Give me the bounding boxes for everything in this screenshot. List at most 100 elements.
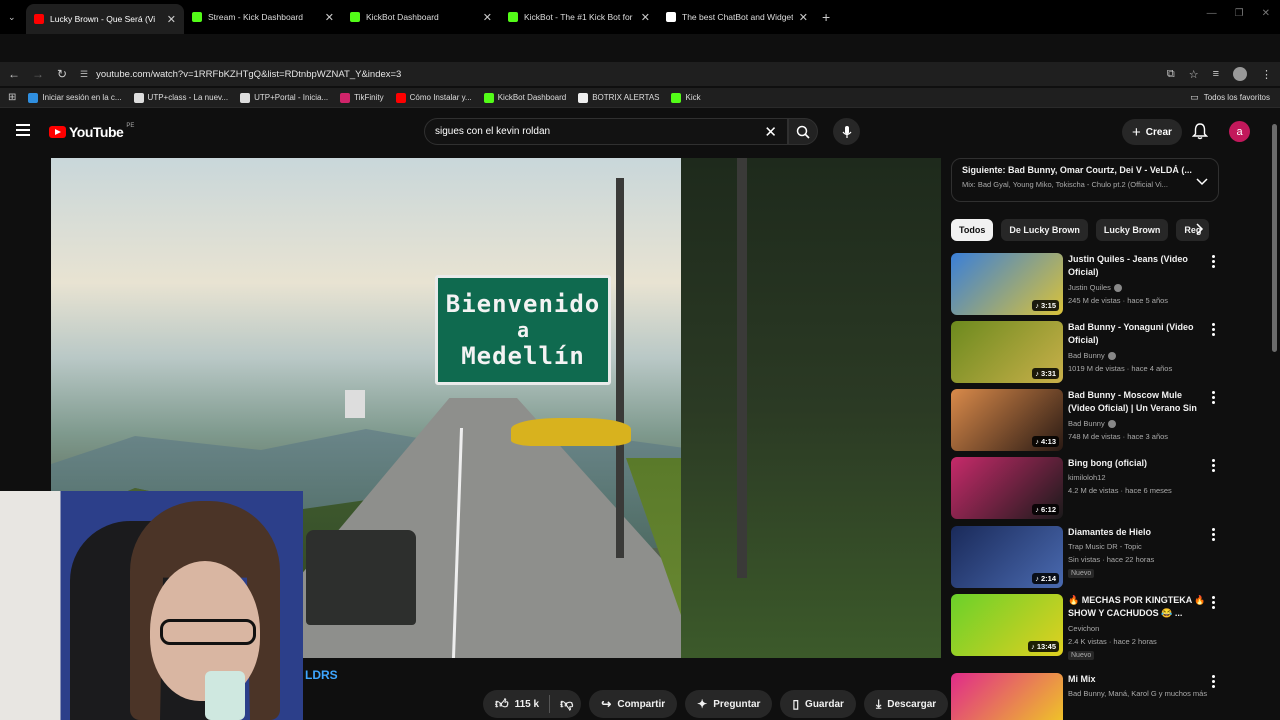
video-title[interactable]: Mi Mix — [1068, 673, 1206, 686]
channel-name[interactable]: Bad Bunny — [1068, 351, 1116, 360]
channel-name-fragment[interactable]: LDRS — [305, 668, 338, 682]
tab-favicon-icon — [192, 12, 202, 22]
browser-tab[interactable]: Lucky Brown - Que Será (Vi ✕ — [26, 4, 184, 34]
more-vertical-icon[interactable] — [1208, 675, 1218, 690]
channel-name[interactable]: kimiloloh12 — [1068, 473, 1106, 482]
autoplay-next-panel[interactable]: Siguiente: Bad Bunny, Omar Courtz, Dei V… — [951, 158, 1219, 202]
bookmark-item[interactable]: UTP+class - La nuev... — [133, 92, 228, 103]
site-info-icon[interactable]: ☰ — [80, 69, 88, 80]
video-title[interactable]: 🔥 MECHAS POR KINGTEKA 🔥 SHOW Y CACHUDOS … — [1068, 594, 1206, 620]
bookmark-label: UTP+Portal - Inicia... — [254, 93, 329, 102]
all-bookmarks[interactable]: ▭ Todos los favoritos — [1190, 92, 1270, 103]
video-title[interactable]: Diamantes de Hielo — [1068, 526, 1206, 539]
more-vertical-icon[interactable] — [1208, 255, 1218, 270]
ask-button[interactable]: ✦ Preguntar — [685, 690, 773, 718]
video-title[interactable]: Bing bong (oficial) — [1068, 457, 1206, 470]
video-title[interactable]: Bad Bunny - Yonaguni (Video Oficial) — [1068, 321, 1206, 347]
create-button[interactable]: + Crear — [1122, 119, 1182, 145]
youtube-logo[interactable]: YouTube PE — [49, 123, 135, 140]
notifications-button[interactable] — [1191, 123, 1209, 145]
menu-icon[interactable] — [16, 124, 30, 139]
dislike-button[interactable]: 👎︎ — [560, 696, 573, 712]
recommended-video[interactable]: ♪ 3:31 Bad Bunny - Yonaguni (Video Oficial… — [951, 321, 1221, 385]
close-tab-icon[interactable]: ✕ — [325, 11, 334, 24]
more-vertical-icon[interactable] — [1208, 528, 1218, 543]
bookmark-item[interactable]: Kick — [671, 92, 701, 103]
video-meta: 748 M de vistas · hace 3 años — [1068, 432, 1169, 441]
bookmark-item[interactable]: TikFinity — [340, 92, 384, 103]
more-vertical-icon[interactable] — [1208, 391, 1218, 406]
close-tab-icon[interactable]: ✕ — [641, 11, 650, 24]
browser-tab[interactable]: The best ChatBot and Widgets ✕ — [658, 0, 816, 34]
video-thumbnail[interactable]: ♪ 3:31 — [951, 321, 1063, 383]
bookmark-star-icon[interactable]: ☆ — [1189, 68, 1199, 81]
filter-chip[interactable]: Lucky Brown — [1095, 219, 1169, 241]
duration-text: 13:45 — [1036, 642, 1056, 651]
video-thumbnail[interactable]: ♪ 13:45 — [951, 594, 1063, 656]
chevron-right-icon[interactable] — [1196, 222, 1204, 240]
recommended-video[interactable]: Mi Mix Bad Bunny, Maná, Karol G y muchos … — [951, 673, 1221, 720]
bookmark-item[interactable]: UTP+Portal - Inicia... — [240, 92, 329, 103]
video-thumbnail[interactable]: ♪ 6:12 — [951, 457, 1063, 519]
filter-chip[interactable]: Todos — [951, 219, 994, 241]
minimize-icon[interactable]: — — [1207, 8, 1217, 19]
bookmark-item[interactable]: Iniciar sesión en la c... — [28, 92, 122, 103]
search-input[interactable]: sigues con el kevin roldan ✕ — [424, 118, 788, 145]
recommended-video[interactable]: ♪ 3:15 Justin Quiles - Jeans (Video Oficia… — [951, 253, 1221, 317]
recommended-video[interactable]: ♪ 4:13 Bad Bunny - Moscow Mule (Video Ofic… — [951, 389, 1221, 453]
more-vertical-icon[interactable] — [1208, 323, 1218, 338]
download-button[interactable]: ⤓ Descargar — [863, 690, 949, 718]
share-button[interactable]: ↪ Compartir — [589, 690, 678, 718]
media-controls-icon[interactable]: ≡ — [1213, 68, 1219, 80]
browser-tab[interactable]: KickBot Dashboard ✕ — [342, 0, 500, 34]
video-title[interactable]: Bad Bunny - Moscow Mule (Video Oficial) … — [1068, 389, 1206, 415]
more-vertical-icon[interactable] — [1208, 596, 1218, 611]
url-field[interactable]: ☰ youtube.com/watch?v=1RRFbKZHTgQ&list=R… — [80, 69, 401, 80]
channel-name[interactable]: Cevichon — [1068, 624, 1099, 633]
chevron-down-icon[interactable] — [1196, 173, 1208, 191]
account-avatar[interactable]: a — [1229, 121, 1250, 142]
restore-icon[interactable]: ❐ — [1235, 8, 1244, 19]
voice-search-button[interactable] — [833, 118, 860, 145]
video-title[interactable]: Justin Quiles - Jeans (Video Oficial) — [1068, 253, 1206, 279]
filter-chip[interactable]: Reg — [1176, 219, 1210, 241]
recommended-video[interactable]: ♪ 2:14 Diamantes de Hielo Trap Music DR - T… — [951, 526, 1221, 590]
profile-avatar[interactable] — [1233, 67, 1247, 81]
save-button[interactable]: ▯ Guardar — [780, 690, 856, 718]
browser-menu-icon[interactable]: ⋮ — [1261, 68, 1272, 81]
close-tab-icon[interactable]: ✕ — [799, 11, 808, 24]
channel-name[interactable]: Trap Music DR - Topic — [1068, 542, 1142, 551]
search-button[interactable] — [788, 118, 818, 145]
apps-grid-icon[interactable]: ⊞ — [8, 92, 16, 103]
filter-chip[interactable]: De Lucky Brown — [1001, 219, 1088, 241]
clear-search-icon[interactable]: ✕ — [764, 123, 777, 141]
close-tab-icon[interactable]: ✕ — [167, 13, 176, 26]
close-tab-icon[interactable]: ✕ — [483, 11, 492, 24]
new-tab-icon[interactable]: + — [822, 9, 830, 25]
bookmark-item[interactable]: KickBot Dashboard — [483, 92, 566, 103]
region-code: PE — [126, 123, 135, 129]
channel-name[interactable]: Bad Bunny — [1068, 419, 1116, 428]
video-thumbnail[interactable] — [951, 673, 1063, 720]
video-thumbnail[interactable]: ♪ 4:13 — [951, 389, 1063, 451]
video-thumbnail[interactable]: ♪ 3:15 — [951, 253, 1063, 315]
close-window-icon[interactable]: ✕ — [1262, 8, 1270, 19]
recommended-video[interactable]: ♪ 13:45 🔥 MECHAS POR KINGTEKA 🔥 SHOW Y CAC… — [951, 594, 1221, 660]
browser-tab[interactable]: KickBot - The #1 Kick Bot for C ✕ — [500, 0, 658, 34]
scrollbar-thumb[interactable] — [1272, 124, 1277, 352]
more-vertical-icon[interactable] — [1208, 459, 1218, 474]
bookmark-item[interactable]: BOTRIX ALERTAS — [578, 92, 659, 103]
back-icon[interactable]: ← — [2, 67, 26, 81]
forward-icon[interactable]: → — [26, 67, 50, 81]
like-button[interactable]: 👍︎ 115 k — [495, 696, 539, 712]
bookmark-item[interactable]: Cómo Instalar y... — [395, 92, 472, 103]
reload-icon[interactable]: ↻ — [50, 67, 74, 81]
channel-name[interactable]: Justin Quiles — [1068, 283, 1122, 292]
browser-tab[interactable]: Stream - Kick Dashboard ✕ — [184, 0, 342, 34]
cast-icon[interactable]: ⧉ — [1167, 68, 1175, 81]
channel-name[interactable]: Bad Bunny, Maná, Karol G y muchos más — [1068, 689, 1207, 698]
video-thumbnail[interactable]: ♪ 2:14 — [951, 526, 1063, 588]
thumbs-up-icon: 👍︎ — [495, 696, 509, 711]
tab-search-icon[interactable]: ⌄ — [8, 12, 16, 23]
recommended-video[interactable]: ♪ 6:12 Bing bong (oficial) kimiloloh12 4.2 M… — [951, 457, 1221, 521]
